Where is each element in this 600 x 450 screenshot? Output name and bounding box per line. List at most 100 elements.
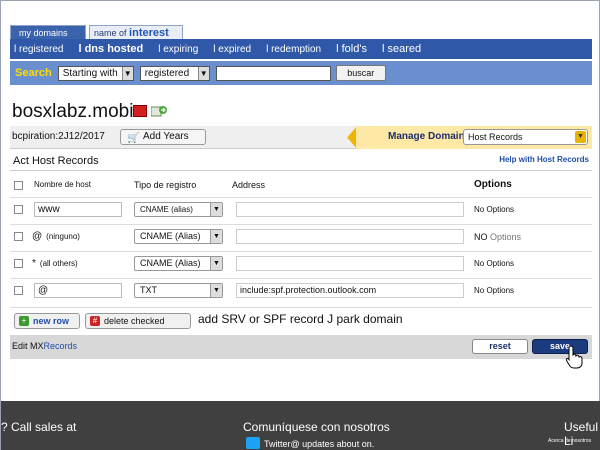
address-input[interactable] bbox=[236, 229, 464, 244]
row-checkbox[interactable] bbox=[14, 286, 23, 295]
hand-cursor-icon bbox=[565, 345, 583, 369]
delete-icon: # bbox=[90, 316, 100, 326]
host-note: (all others) bbox=[39, 259, 78, 268]
domain-forward-icon[interactable] bbox=[151, 105, 167, 117]
record-type-value: CNAME (alias) bbox=[140, 205, 193, 214]
footer: ? Call sales at Comuníquese con nosotros… bbox=[1, 401, 600, 450]
host-input[interactable]: www bbox=[34, 202, 122, 217]
options-suffix: Options bbox=[487, 232, 522, 242]
host-value: * bbox=[32, 258, 36, 269]
records-header: Act Host Records Help with Host Records bbox=[10, 151, 592, 171]
add-years-button[interactable]: 🛒 Add Years bbox=[120, 129, 206, 145]
row-checkbox[interactable] bbox=[14, 205, 23, 214]
search-label: Search bbox=[15, 67, 52, 79]
search-input[interactable] bbox=[215, 65, 331, 81]
tab-my-domains[interactable]: my domains bbox=[10, 25, 86, 39]
chevron-down-icon: ▼ bbox=[210, 257, 222, 270]
bottom-bar: Edit MXRecords reset save bbox=[10, 335, 592, 359]
chevron-down-icon: ▼ bbox=[210, 230, 222, 243]
col-type: Tipo de registro bbox=[134, 180, 197, 190]
tab-name-of-interest[interactable]: name of interest bbox=[89, 25, 183, 39]
record-row: @ (ninguno) CNAME (Alias) ▼ NO Options bbox=[10, 224, 592, 250]
help-host-records-link[interactable]: Help with Host Records bbox=[499, 155, 589, 164]
host-text: * (all others) bbox=[32, 258, 78, 269]
actions-row: + new row # delete checked add SRV or SP… bbox=[10, 307, 592, 333]
new-row-button[interactable]: + new row bbox=[14, 313, 80, 329]
edit-mx-text: Edit MXRecords bbox=[12, 341, 77, 351]
chevron-down-icon: ▼ bbox=[210, 203, 222, 216]
options-prefix: NO bbox=[474, 232, 488, 242]
domain-title: bosxlabz.mobi bbox=[12, 101, 134, 122]
footer-twitter-link[interactable]: Twitter@ updates about on. bbox=[264, 439, 374, 449]
chevron-down-icon: ▼ bbox=[575, 131, 586, 143]
chevron-down-icon: ▼ bbox=[121, 66, 133, 80]
row-options: No Options bbox=[474, 205, 515, 214]
nav-dns-hosted[interactable]: l dns hosted bbox=[78, 43, 143, 55]
search-scope-select[interactable]: registered ▼ bbox=[139, 65, 210, 81]
nav-seared[interactable]: l seared bbox=[382, 43, 421, 55]
select-all-checkbox[interactable] bbox=[14, 181, 23, 190]
search-mode-select[interactable]: Starting with ▼ bbox=[57, 65, 134, 81]
footer-call-sales: ? Call sales at bbox=[1, 420, 77, 434]
record-type-value: CNAME (Alias) bbox=[140, 231, 201, 241]
host-input[interactable]: @ bbox=[34, 283, 122, 298]
tab-emph: interest bbox=[129, 27, 169, 39]
browser-frame: my domains name of interest l registered… bbox=[0, 0, 600, 450]
record-type-select[interactable]: CNAME (Alias) ▼ bbox=[134, 229, 223, 244]
footer-about-link[interactable]: Acerca de nosotros bbox=[548, 438, 591, 444]
record-row: @ TXT ▼ include:spf.protection.outlook.co… bbox=[10, 278, 592, 304]
manage-domain-value: Host Records bbox=[468, 132, 523, 142]
nav-expired[interactable]: l expired bbox=[213, 44, 251, 55]
nav-redemption[interactable]: l redemption bbox=[266, 44, 321, 55]
expiration-row: bcpiration:2J12/2017 🛒 Add Years Manage … bbox=[10, 126, 592, 149]
col-options: Options bbox=[474, 179, 512, 190]
nav-bar: l registered l dns hosted l expiring l e… bbox=[10, 39, 592, 59]
manage-domain-label: Manage Domain: bbox=[388, 131, 469, 142]
delete-checked-label: delete checked bbox=[104, 316, 165, 326]
record-type-value: TXT bbox=[140, 285, 157, 295]
chevron-down-icon: ▼ bbox=[197, 66, 209, 80]
edit-mx-prefix: Edit MX bbox=[12, 341, 44, 351]
nav-expiring[interactable]: l expiring bbox=[158, 44, 198, 55]
nav-folds[interactable]: l fold's bbox=[336, 43, 367, 55]
row-options: No Options bbox=[474, 259, 515, 268]
record-row: www CNAME (alias) ▼ No Options bbox=[10, 197, 592, 223]
add-record-note: add SRV or SPF record J park domain bbox=[198, 312, 403, 326]
top-tabs: my domains name of interest bbox=[10, 25, 186, 39]
record-type-value: CNAME (Alias) bbox=[140, 258, 201, 268]
records-title: Act Host Records bbox=[13, 155, 99, 167]
address-input[interactable]: include:spf.protection.outlook.com bbox=[236, 283, 464, 298]
add-years-label: Add Years bbox=[143, 131, 189, 142]
record-type-select[interactable]: CNAME (Alias) ▼ bbox=[134, 256, 223, 271]
address-input[interactable] bbox=[236, 256, 464, 271]
nav-registered[interactable]: l registered bbox=[14, 44, 63, 55]
record-row: * (all others) CNAME (Alias) ▼ No Options bbox=[10, 251, 592, 277]
tab-label: name of bbox=[94, 28, 127, 38]
edit-mx-records-link[interactable]: Records bbox=[44, 341, 78, 351]
footer-contact: Comuníquese con nosotros bbox=[243, 420, 390, 434]
record-type-select[interactable]: CNAME (alias) ▼ bbox=[134, 202, 223, 217]
host-value: @ bbox=[32, 231, 43, 242]
record-type-select[interactable]: TXT ▼ bbox=[134, 283, 223, 298]
records-column-headers: Nombre de host Tipo de registro Address … bbox=[10, 177, 592, 195]
row-checkbox[interactable] bbox=[14, 259, 23, 268]
domain-card-icon[interactable] bbox=[133, 105, 147, 117]
search-button[interactable]: buscar bbox=[335, 65, 386, 81]
search-bar: Search Starting with ▼ registered ▼ buscar bbox=[10, 61, 592, 85]
address-input[interactable] bbox=[236, 202, 464, 217]
manage-domain-select[interactable]: Host Records ▼ bbox=[463, 129, 588, 145]
col-host: Nombre de host bbox=[34, 180, 91, 189]
row-checkbox[interactable] bbox=[14, 232, 23, 241]
host-text: @ (ninguno) bbox=[32, 231, 80, 242]
delete-checked-button[interactable]: # delete checked bbox=[85, 313, 191, 329]
reset-button[interactable]: reset bbox=[472, 339, 528, 354]
new-row-label: new row bbox=[33, 316, 70, 326]
search-mode-value: Starting with bbox=[62, 67, 118, 79]
manage-domain-box: Manage Domain: Host Records ▼ bbox=[356, 126, 592, 149]
search-scope-value: registered bbox=[144, 67, 190, 79]
cart-icon: 🛒 bbox=[127, 133, 140, 144]
plus-icon: + bbox=[19, 316, 29, 326]
twitter-icon[interactable] bbox=[246, 437, 260, 449]
col-address: Address bbox=[232, 180, 266, 190]
manage-arrow-icon bbox=[347, 126, 357, 149]
